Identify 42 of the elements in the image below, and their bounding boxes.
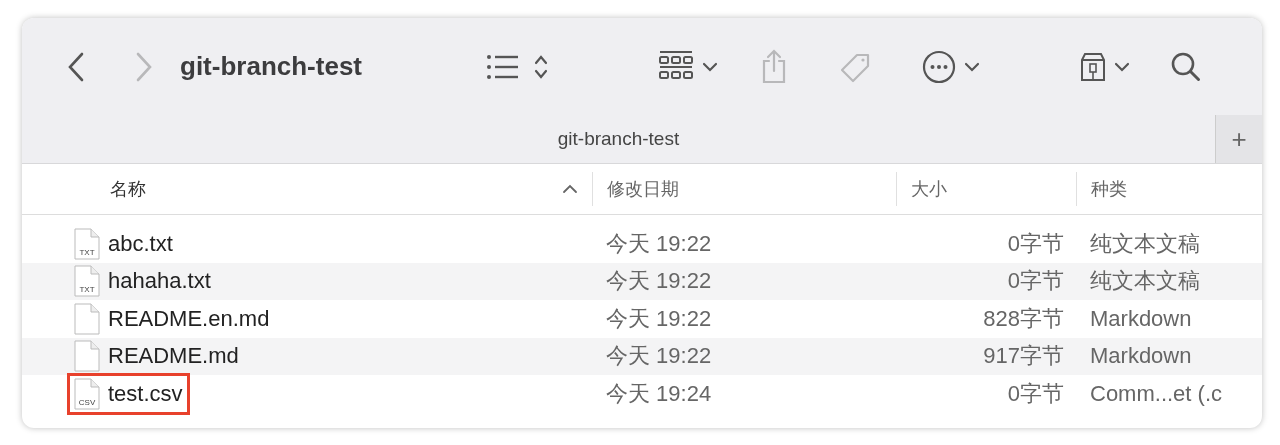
- chevron-down-icon: [1114, 61, 1130, 72]
- kind-cell-text: 纯文本文稿: [1089, 229, 1201, 258]
- document-icon: [74, 302, 100, 335]
- date-cell-text: 今天 19:22: [605, 229, 713, 258]
- column-header[interactable]: 名称: [22, 172, 592, 206]
- kind-cell-text: Markdown: [1089, 305, 1193, 332]
- sort-ascending-icon: [562, 184, 578, 194]
- size-cell-text: 0字节: [1006, 229, 1065, 258]
- file-name: hahaha.txt: [108, 268, 211, 295]
- document-icon: [74, 340, 100, 373]
- date-cell-text: 今天 19:22: [605, 304, 713, 333]
- size-cell-text: 0字节: [1006, 379, 1065, 408]
- column-header[interactable]: 大小: [896, 172, 1076, 206]
- new-tab-button[interactable]: +: [1215, 115, 1262, 163]
- chevron-down-icon: [964, 61, 980, 72]
- file-name: abc.txt: [108, 230, 173, 257]
- chevron-down-icon: [702, 61, 718, 72]
- size-cell-text: 917字节: [982, 342, 1065, 371]
- kind-cell-text: 纯文本文稿: [1089, 267, 1201, 296]
- date-cell-text: 今天 19:22: [605, 342, 713, 371]
- kind-cell-text: Markdown: [1089, 343, 1193, 370]
- file-name: README.md: [108, 343, 239, 370]
- date-cell-text: 今天 19:24: [605, 379, 713, 408]
- column-header[interactable]: 修改日期: [592, 172, 896, 206]
- file-row[interactable]: TXT abc.txt 今天 19:22 0字节 纯文本文稿: [22, 225, 1262, 263]
- size-cell-text: 0字节: [1006, 267, 1065, 296]
- document-icon: TXT: [74, 227, 100, 260]
- size-cell-text: 828字节: [982, 304, 1065, 333]
- file-row[interactable]: CSV test.csv 今天 19:24 0字节 Comm...et (.c: [22, 375, 1262, 413]
- file-row[interactable]: README.md 今天 19:22 917字节 Markdown: [22, 337, 1262, 375]
- column-header[interactable]: 种类: [1076, 172, 1262, 206]
- kind-cell-text: Comm...et (.c: [1089, 380, 1223, 407]
- document-icon: TXT: [74, 265, 100, 298]
- window-title: git-branch-test: [180, 51, 362, 82]
- ellipsis-circle-icon: [922, 49, 956, 84]
- document-icon: CSV: [74, 377, 100, 410]
- file-name: README.en.md: [108, 305, 270, 332]
- file-row[interactable]: README.en.md 今天 19:22 828字节 Markdown: [22, 300, 1262, 338]
- kiosk-icon: [1080, 51, 1106, 82]
- file-name: test.csv: [108, 380, 183, 407]
- date-cell-text: 今天 19:22: [605, 267, 713, 296]
- file-row[interactable]: TXT hahaha.txt 今天 19:22 0字节 纯文本文稿: [22, 262, 1262, 300]
